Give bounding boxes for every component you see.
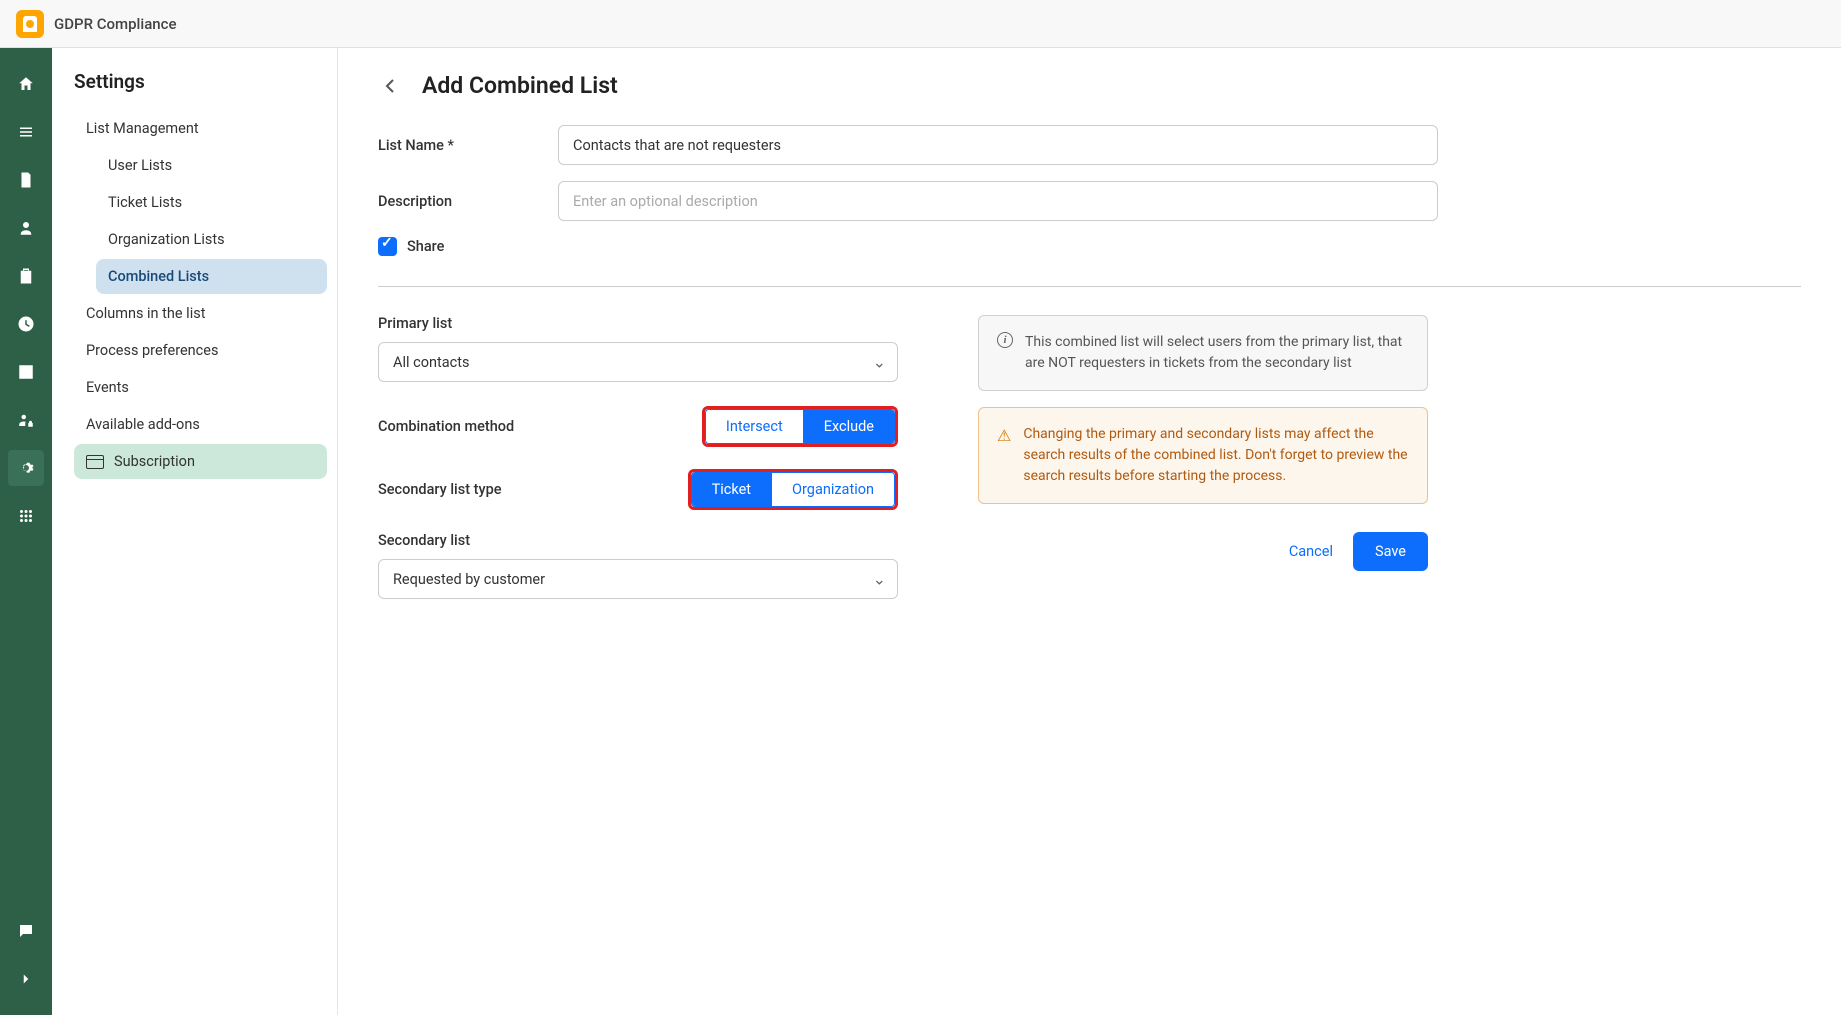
list-name-input[interactable] bbox=[558, 125, 1438, 165]
main-content: Add Combined List List Name * Descriptio… bbox=[338, 48, 1841, 1015]
warning-icon: ⚠ bbox=[997, 424, 1011, 487]
nav-organization-lists[interactable]: Organization Lists bbox=[96, 222, 327, 257]
nav-addons[interactable]: Available add-ons bbox=[74, 407, 327, 442]
label-primary-list: Primary list bbox=[378, 315, 898, 332]
warning-text: Changing the primary and secondary lists… bbox=[1023, 424, 1409, 487]
exclude-button[interactable]: Exclude bbox=[803, 410, 894, 443]
rail-expand[interactable] bbox=[8, 961, 44, 997]
rail-clock[interactable] bbox=[8, 306, 44, 342]
nav-columns[interactable]: Columns in the list bbox=[74, 296, 327, 331]
nav-events[interactable]: Events bbox=[74, 370, 327, 405]
label-secondary-list: Secondary list bbox=[378, 532, 898, 549]
rail-chat[interactable] bbox=[8, 913, 44, 949]
divider bbox=[378, 286, 1801, 287]
ticket-button[interactable]: Ticket bbox=[692, 473, 771, 506]
rail-apps[interactable] bbox=[8, 498, 44, 534]
back-button[interactable] bbox=[378, 74, 402, 98]
settings-sidebar: Settings List Management User Lists Tick… bbox=[52, 48, 338, 1015]
nav-combined-lists[interactable]: Combined Lists bbox=[96, 259, 327, 294]
nav-subscription[interactable]: Subscription bbox=[74, 444, 327, 479]
label-combination-method: Combination method bbox=[378, 418, 514, 435]
label-description: Description bbox=[378, 193, 558, 210]
cancel-button[interactable]: Cancel bbox=[1289, 543, 1333, 560]
info-box: i This combined list will select users f… bbox=[978, 315, 1428, 391]
save-button[interactable]: Save bbox=[1353, 532, 1428, 571]
nav-list-management[interactable]: List Management bbox=[74, 111, 327, 146]
nav-subscription-label: Subscription bbox=[114, 453, 195, 470]
topbar: GDPR Compliance bbox=[0, 0, 1841, 48]
card-icon bbox=[86, 455, 104, 469]
sidebar-title: Settings bbox=[74, 70, 327, 93]
combination-highlight: Intersect Exclude bbox=[702, 406, 898, 447]
label-secondary-type: Secondary list type bbox=[378, 481, 502, 498]
nav-ticket-lists[interactable]: Ticket Lists bbox=[96, 185, 327, 220]
app-title: GDPR Compliance bbox=[54, 15, 177, 33]
rail-home[interactable] bbox=[8, 66, 44, 102]
description-input[interactable] bbox=[558, 181, 1438, 221]
share-label: Share bbox=[407, 238, 444, 255]
organization-button[interactable]: Organization bbox=[771, 473, 894, 506]
rail-document[interactable] bbox=[8, 162, 44, 198]
label-list-name: List Name * bbox=[378, 137, 558, 154]
rail-lists[interactable] bbox=[8, 114, 44, 150]
nav-user-lists[interactable]: User Lists bbox=[96, 148, 327, 183]
rail-users-lock[interactable] bbox=[8, 402, 44, 438]
info-icon: i bbox=[997, 332, 1013, 348]
info-text: This combined list will select users fro… bbox=[1025, 332, 1409, 374]
secondary-type-highlight: Ticket Organization bbox=[688, 469, 898, 510]
rail-settings[interactable] bbox=[8, 450, 44, 486]
app-logo-icon bbox=[16, 10, 44, 38]
chevron-left-icon bbox=[385, 78, 395, 94]
intersect-button[interactable]: Intersect bbox=[706, 410, 803, 443]
rail-people[interactable] bbox=[8, 210, 44, 246]
rail-clipboard[interactable] bbox=[8, 258, 44, 294]
secondary-list-select[interactable]: Requested by customer bbox=[378, 559, 898, 599]
rail-analytics[interactable] bbox=[8, 354, 44, 390]
nav-rail bbox=[0, 48, 52, 1015]
warning-box: ⚠ Changing the primary and secondary lis… bbox=[978, 407, 1428, 504]
primary-list-select[interactable]: All contacts bbox=[378, 342, 898, 382]
share-checkbox[interactable] bbox=[378, 237, 397, 256]
page-title: Add Combined List bbox=[422, 72, 618, 99]
nav-process-prefs[interactable]: Process preferences bbox=[74, 333, 327, 368]
